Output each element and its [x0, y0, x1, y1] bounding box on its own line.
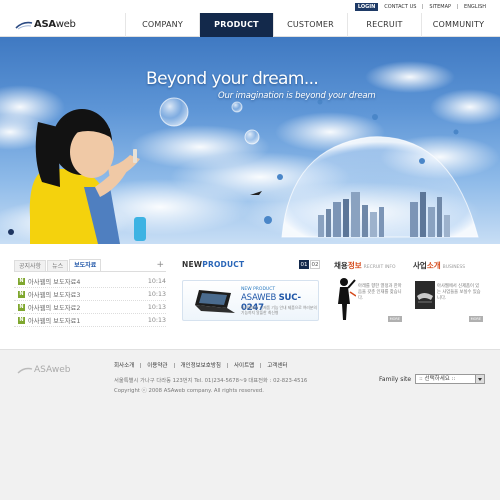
- page-02-button[interactable]: 02: [310, 260, 320, 269]
- logo[interactable]: ASAweb: [15, 19, 76, 30]
- hero-subline: Our imagination is beyond your dream: [218, 91, 376, 101]
- new-badge-icon: N: [18, 303, 25, 311]
- list-item-time: 10:13: [147, 316, 166, 324]
- list-item-time: 10:13: [147, 303, 166, 311]
- press-list: N 아사웹의 보도자료4 10:14 N 아사웹의 보도자료3 10:13 N 아사웹의 …: [14, 275, 166, 327]
- sitemap-link[interactable]: SITEMAP: [429, 4, 451, 10]
- divider: [226, 362, 228, 368]
- hero-headline: Beyond your dream...: [146, 69, 319, 89]
- divider: [140, 362, 142, 368]
- login-link[interactable]: LOGIN: [354, 2, 379, 11]
- product-card[interactable]: NEW PRODUCT ASAWEB SUC-0247 아사웹에서 신제품 기능…: [182, 280, 319, 321]
- businessman-icon: [338, 278, 356, 320]
- family-site: Family site :: 선택하세요 ::: [379, 374, 486, 384]
- slide-indicator[interactable]: [8, 229, 14, 235]
- family-site-label: Family site: [379, 375, 412, 383]
- product-pager: 01 02: [299, 260, 320, 269]
- product-desc: 아사웹에서 신제품 기능 안내 제품으로 여러분의 기능까지 알뜰한 최신형: [241, 305, 317, 315]
- footer-link-support[interactable]: 고객센터: [267, 361, 287, 369]
- family-site-select[interactable]: :: 선택하세요 ::: [415, 374, 486, 384]
- main-nav: COMPANY PRODUCT CUSTOMER RECRUIT COMMUNI…: [125, 13, 495, 37]
- recruit-widget: 채용정보 RECRUIT INFO 아래를 향한 열정과 한마음을 갖춘 인재를 …: [334, 260, 404, 324]
- hero-banner: Beyond your dream... Our imagination is …: [0, 37, 500, 244]
- footer-link-terms[interactable]: 이용약관: [147, 361, 167, 369]
- nav-community[interactable]: COMMUNITY: [421, 13, 495, 37]
- business-more-button[interactable]: MORE: [468, 316, 483, 322]
- header: ASAweb COMPANY PRODUCT CUSTOMER RECRUIT …: [0, 13, 500, 37]
- address-line: 서울특별시 가나구 다라동 123번지 Tel. 01)234-5678~9 대…: [114, 378, 308, 384]
- footer-link-company[interactable]: 회사소개: [114, 361, 134, 369]
- tab-press[interactable]: 보도자료: [69, 259, 102, 271]
- divider: [457, 4, 459, 9]
- list-item[interactable]: N 아사웹의 보도자료4 10:14: [14, 275, 166, 288]
- new-badge-icon: N: [18, 316, 25, 324]
- logo-swoosh-icon: [15, 21, 33, 29]
- board-tabs: 공지사항 뉴스 보도자료 +: [14, 259, 166, 272]
- content-area: 공지사항 뉴스 보도자료 + N 아사웹의 보도자료4 10:14 N 아사웹의 보도…: [0, 244, 500, 349]
- new-badge-icon: N: [18, 277, 25, 285]
- recruit-more-button[interactable]: MORE: [387, 316, 402, 322]
- footer-logo: ASAweb: [17, 365, 70, 375]
- new-product-widget: NEWPRODUCT 01 02 NEW PRODUCT ASAWEB SUC-…: [182, 260, 320, 321]
- product-label: NEW PRODUCT: [241, 287, 276, 292]
- list-item-time: 10:14: [147, 277, 166, 285]
- contact-link[interactable]: CONTACT US: [384, 4, 416, 10]
- list-item-title[interactable]: 아사웹의 보도자료3: [28, 290, 146, 299]
- list-item-title[interactable]: 아사웹의 보도자료1: [28, 316, 146, 325]
- handshake-icon: [415, 281, 435, 309]
- footer-link-sitemap[interactable]: 사이트맵: [234, 361, 254, 369]
- recruit-title: 채용정보 RECRUIT INFO: [334, 261, 396, 270]
- chevron-down-icon[interactable]: [475, 375, 485, 383]
- nav-product[interactable]: PRODUCT: [199, 13, 273, 37]
- board-widget: 공지사항 뉴스 보도자료 + N 아사웹의 보도자료4 10:14 N 아사웹의 보도…: [14, 259, 166, 327]
- business-widget: 사업소개 BUSINESS 아사웹에서 신제품이 있는 사업들을 보실수 있습니다…: [413, 260, 485, 324]
- laptop-icon: [195, 290, 235, 313]
- footer-link-privacy[interactable]: 개인정보보호방침: [181, 361, 221, 369]
- new-badge-icon: N: [18, 290, 25, 298]
- list-item-time: 10:13: [147, 290, 166, 298]
- footer-logo-swoosh-icon: [17, 367, 33, 374]
- english-link[interactable]: ENGLISH: [464, 4, 486, 10]
- page-01-button[interactable]: 01: [299, 260, 309, 269]
- list-item[interactable]: N 아사웹의 보도자료3 10:13: [14, 288, 166, 301]
- tab-news[interactable]: 뉴스: [47, 260, 69, 271]
- divider: [173, 362, 175, 368]
- footer: ASAweb 회사소개 이용약관 개인정보보호방침 사이트맵 고객센터 서울특별…: [0, 349, 500, 500]
- plus-icon[interactable]: +: [156, 260, 164, 270]
- list-item-title[interactable]: 아사웹의 보도자료2: [28, 303, 146, 312]
- divider: [422, 4, 424, 9]
- recruit-body: 아래를 향한 열정과 한마음을 갖춘 인재를 찾습니다. MORE: [334, 274, 404, 324]
- divider: [260, 362, 262, 368]
- business-text: 아사웹에서 신제품이 있는 사업들을 보실수 있습니다.: [437, 284, 481, 301]
- footer-links: 회사소개 이용약관 개인정보보호방침 사이트맵 고객센터: [114, 361, 287, 369]
- recruit-text: 아래를 향한 열정과 한마음을 갖춘 인재를 찾습니다.: [358, 284, 402, 301]
- tab-notice[interactable]: 공지사항: [14, 260, 47, 271]
- footer-address: 서울특별시 가나구 다라동 123번지 Tel. 01)234-5678~9 대…: [114, 377, 307, 396]
- nav-recruit[interactable]: RECRUIT: [347, 13, 421, 37]
- utility-bar: LOGIN CONTACT US SITEMAP ENGLISH: [354, 2, 486, 11]
- business-title: 사업소개 BUSINESS: [413, 261, 466, 270]
- list-item[interactable]: N 아사웹의 보도자료1 10:13: [14, 314, 166, 327]
- nav-customer[interactable]: CUSTOMER: [273, 13, 347, 37]
- page: LOGIN CONTACT US SITEMAP ENGLISH ASAweb …: [0, 0, 500, 500]
- logo-text: ASAweb: [34, 19, 76, 30]
- nav-company[interactable]: COMPANY: [125, 13, 199, 37]
- list-item[interactable]: N 아사웹의 보도자료2 10:13: [14, 301, 166, 314]
- list-item-title[interactable]: 아사웹의 보도자료4: [28, 277, 146, 286]
- copyright: Copyright ⓒ 2008 ASAweb company. All rig…: [114, 387, 264, 394]
- business-body: 아사웹에서 신제품이 있는 사업들을 보실수 있습니다. MORE: [413, 274, 485, 324]
